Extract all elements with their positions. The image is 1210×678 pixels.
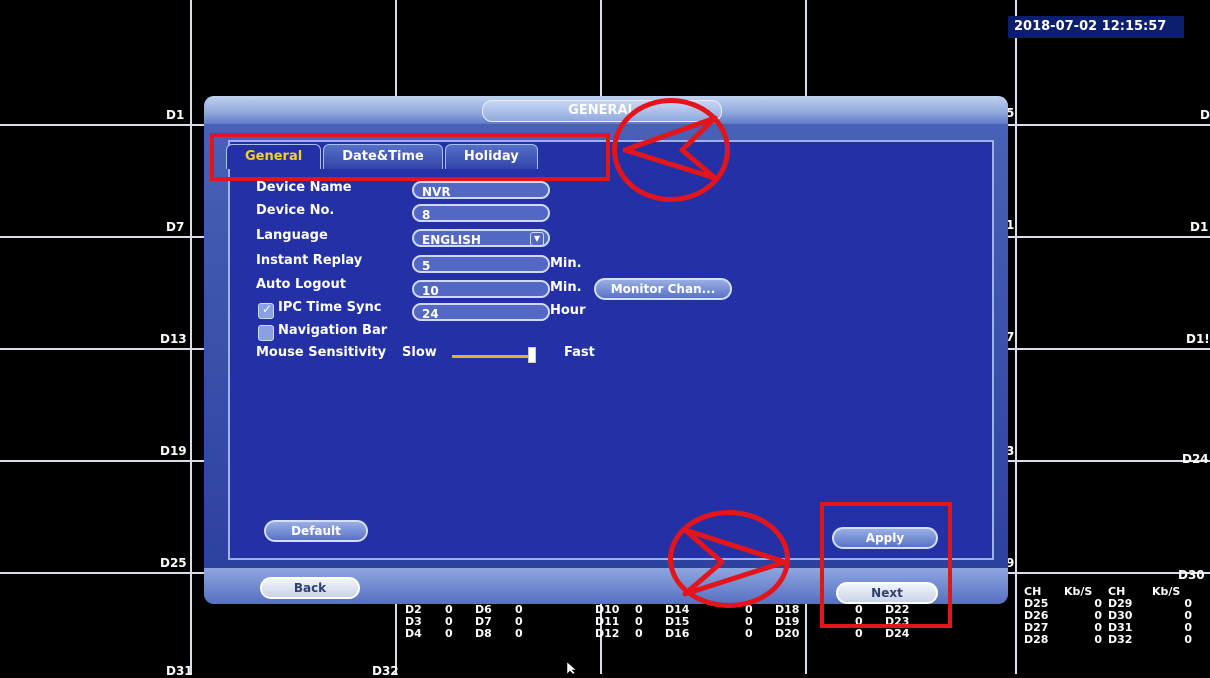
- apply-highlight-box: [820, 502, 952, 628]
- mouse-sensitivity-label: Mouse Sensitivity: [256, 345, 387, 360]
- mouse-sensitivity-slider-handle[interactable]: [528, 347, 536, 363]
- bitrate-cell: 0: [445, 627, 453, 640]
- bitrate-cell: 0: [745, 627, 753, 640]
- channel-cell: D28: [1024, 633, 1049, 646]
- bitrate-cell: 0: [855, 627, 863, 640]
- ipc-time-sync-unit: Hour: [550, 303, 586, 318]
- ipc-time-sync-label: IPC Time Sync: [278, 300, 382, 315]
- channel-cell: D4: [405, 627, 422, 640]
- navigation-bar-checkbox[interactable]: [258, 325, 274, 341]
- channel-label: D1: [1190, 220, 1209, 234]
- check-icon: ✓: [262, 302, 273, 316]
- instant-replay-input[interactable]: 5: [412, 255, 550, 273]
- language-value: ENGLISH: [422, 233, 481, 247]
- channel-cell: D24: [885, 627, 910, 640]
- channel-label: D1: [166, 108, 185, 122]
- language-label: Language: [256, 228, 328, 243]
- bitrate-cell: 0: [515, 627, 523, 640]
- channel-cell: D32: [1108, 633, 1133, 646]
- tabs-highlight-box: [210, 133, 610, 181]
- bitrate-cell: 0: [1094, 633, 1102, 646]
- channel-label: D7: [166, 220, 185, 234]
- channel-label: D1!: [1186, 332, 1210, 346]
- arrow-right-icon: [682, 527, 788, 597]
- bitrate-cell: 0: [635, 627, 643, 640]
- arrow-left-icon: [622, 115, 718, 181]
- channel-cell: D16: [665, 627, 690, 640]
- channel-label: D1: [1200, 108, 1210, 122]
- datetime-display: 2018-07-02 12:15:57: [1008, 16, 1184, 38]
- slider-fast-label: Fast: [564, 345, 595, 360]
- device-no-input[interactable]: 8: [412, 204, 550, 222]
- device-no-label: Device No.: [256, 203, 335, 218]
- table-row: D4 0 D8 0 D12 0 D16 0 D20 0 D24: [405, 628, 965, 640]
- instant-replay-label: Instant Replay: [256, 253, 363, 268]
- channel-label: D24: [1182, 452, 1209, 466]
- auto-logout-input[interactable]: 10: [412, 280, 550, 298]
- bitrate-cell: 0: [515, 603, 523, 616]
- channel-label: D13: [160, 332, 187, 346]
- slider-slow-label: Slow: [402, 345, 437, 360]
- channel-cell: D20: [775, 627, 800, 640]
- auto-logout-unit: Min.: [550, 280, 582, 295]
- channel-label: D25: [160, 556, 187, 570]
- monitor-channel-button[interactable]: Monitor Chan...: [594, 278, 732, 300]
- mouse-cursor-icon: [567, 662, 577, 674]
- instant-replay-unit: Min.: [550, 256, 582, 271]
- channel-cell: D12: [595, 627, 620, 640]
- language-select[interactable]: ENGLISH ▼: [412, 229, 550, 247]
- table-row: D28 0 D32 0: [1000, 634, 1210, 646]
- bitrate-cell: 0: [515, 615, 523, 628]
- navigation-bar-label: Navigation Bar: [278, 323, 388, 338]
- ipc-time-sync-input[interactable]: 24: [412, 303, 550, 321]
- auto-logout-label: Auto Logout: [256, 277, 346, 292]
- channel-label: D30: [1178, 568, 1205, 582]
- channel-label: D31: [166, 664, 193, 678]
- mouse-sensitivity-slider-track[interactable]: [452, 355, 534, 358]
- chevron-down-icon: ▼: [530, 232, 544, 246]
- channel-label: D19: [160, 444, 187, 458]
- device-name-label: Device Name: [256, 180, 352, 195]
- channel-label: D32: [372, 664, 399, 678]
- bitrate-cell: 0: [1184, 633, 1192, 646]
- ipc-time-sync-checkbox[interactable]: ✓: [258, 302, 274, 319]
- default-button[interactable]: Default: [264, 520, 368, 542]
- dialog-header: GENERAL: [204, 96, 1008, 124]
- device-name-input[interactable]: NVR: [412, 181, 550, 199]
- bitrate-table-right: CH Kb/S CH Kb/S D25 0 D29 0 D26 0 D30 0 …: [1000, 586, 1210, 646]
- channel-cell: D8: [475, 627, 492, 640]
- back-button[interactable]: Back: [260, 577, 360, 599]
